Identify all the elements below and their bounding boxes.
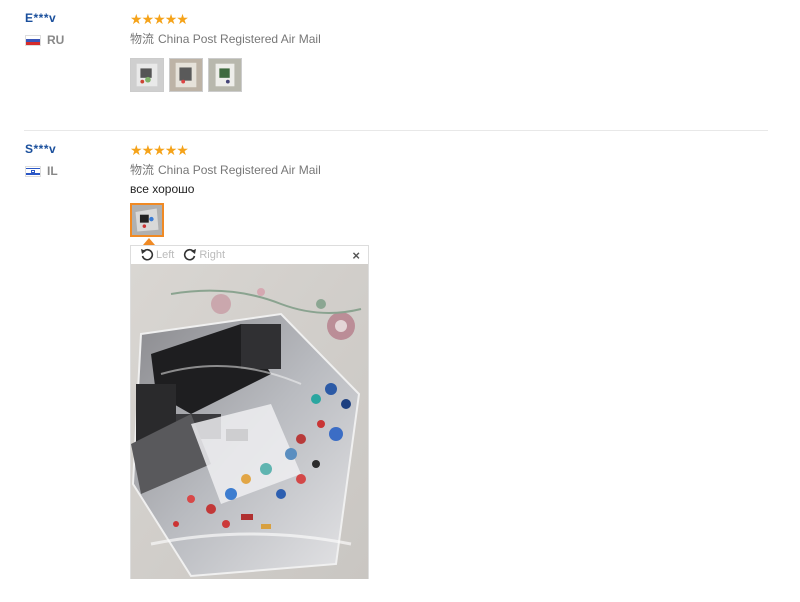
star-icon: ★ (130, 11, 143, 27)
star-icon: ★ (164, 11, 178, 27)
review-item: E***v RU ★ ★ ★ ★ ★ 物流 China Post Register… (0, 0, 800, 130)
rotate-right-icon (184, 248, 197, 261)
rotate-left-icon (141, 248, 154, 261)
country-code: IL (47, 164, 58, 178)
review-photo-thumbnail[interactable] (130, 203, 164, 237)
viewer-pointer (143, 238, 155, 245)
photo-viewer: Left Right × (130, 245, 369, 579)
star-icon: ★ (176, 11, 189, 27)
rotate-right-button[interactable]: Right (182, 247, 225, 263)
shipping-method: China Post Registered Air Mail (158, 32, 321, 46)
review-photo-large (131, 264, 368, 579)
reviewer-country: IL (25, 164, 58, 178)
star-icon: ★ (153, 11, 166, 27)
star-rating: ★ ★ ★ ★ ★ (130, 142, 189, 158)
star-icon: ★ (130, 142, 143, 158)
country-code: RU (47, 33, 65, 47)
rotate-left-label: Left (156, 249, 175, 261)
reviewer-name: S***v (25, 142, 57, 156)
reviewer-name: E***v (25, 11, 57, 25)
shipping-info: 物流 China Post Registered Air Mail (130, 161, 321, 178)
shipping-method: China Post Registered Air Mail (158, 163, 321, 177)
star-icon: ★ (141, 11, 155, 27)
star-icon: ★ (164, 142, 178, 158)
review-photo-thumbnail[interactable] (208, 58, 242, 92)
review-photo-thumbnail[interactable] (130, 58, 164, 92)
russia-flag-icon (25, 34, 41, 46)
reviewer-country: RU (25, 33, 64, 47)
shipping-label: 物流 (130, 163, 155, 177)
review-photo-thumbnail[interactable] (169, 58, 203, 92)
israel-flag-icon (25, 165, 41, 177)
star-icon: ★ (176, 142, 189, 158)
review-text: все хорошо (130, 182, 195, 196)
star-icon: ★ (153, 142, 166, 158)
star-icon: ★ (141, 142, 155, 158)
rotate-left-button[interactable]: Left (139, 247, 174, 263)
star-rating: ★ ★ ★ ★ ★ (130, 11, 189, 27)
close-icon[interactable]: × (352, 248, 360, 263)
rotate-right-label: Right (199, 249, 226, 261)
viewer-toolbar: Left Right × (131, 246, 368, 264)
shipping-info: 物流 China Post Registered Air Mail (130, 30, 321, 47)
shipping-label: 物流 (130, 32, 155, 46)
review-item (0, 131, 800, 602)
